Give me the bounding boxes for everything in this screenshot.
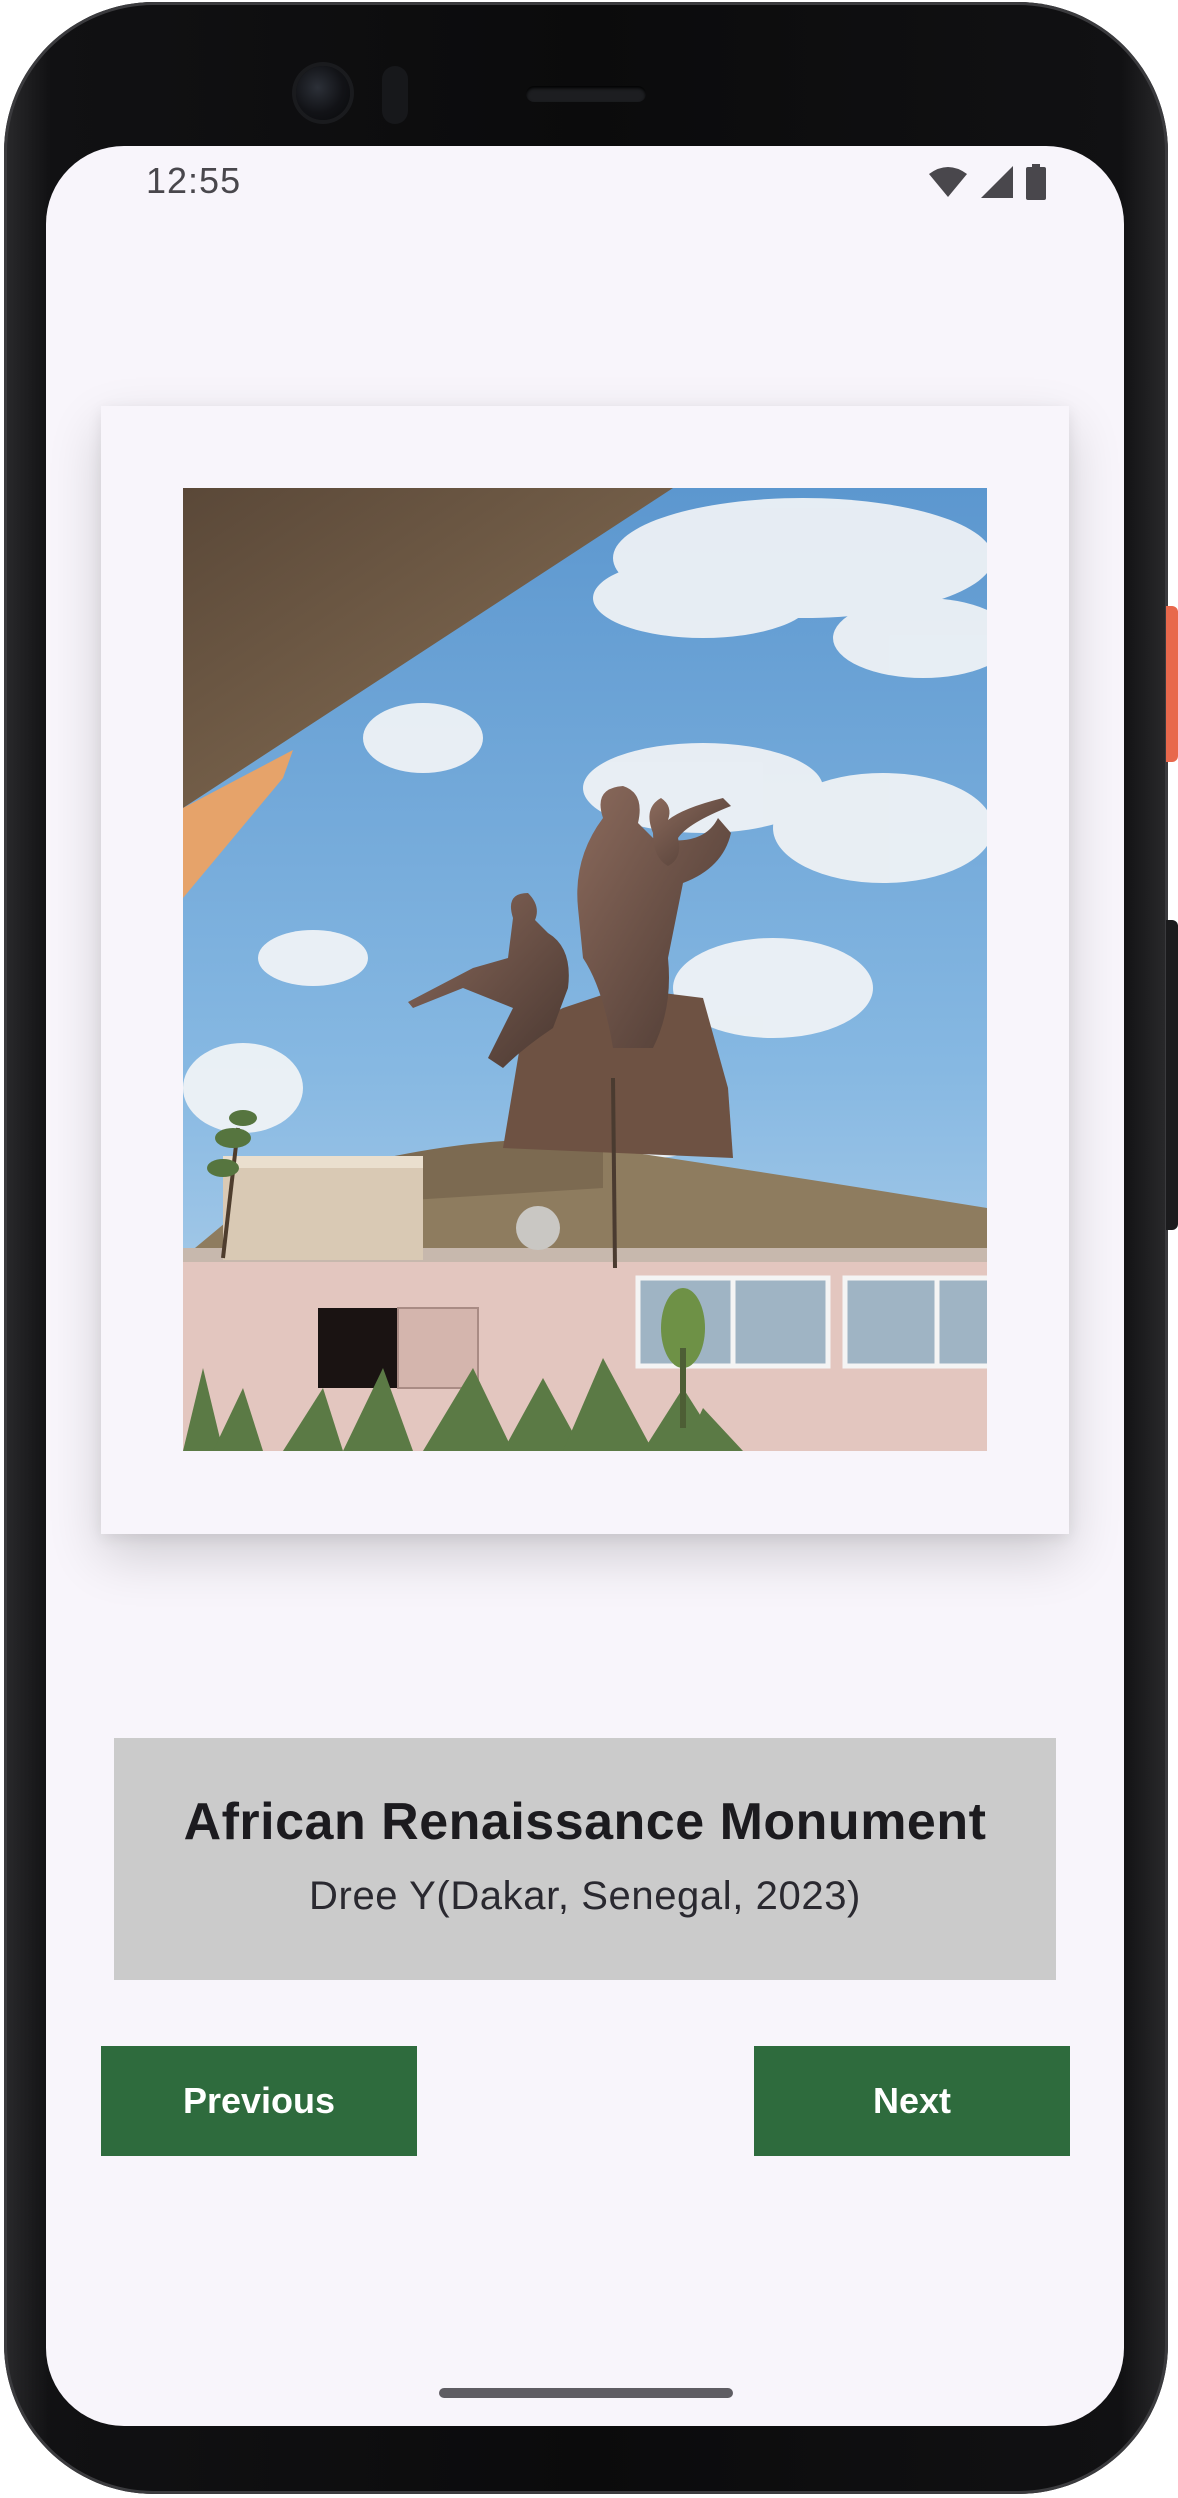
artwork-title: African Renaissance Monument [183, 1793, 987, 1851]
status-time: 12:55 [146, 160, 242, 201]
next-button[interactable]: Next [754, 2046, 1070, 2156]
artwork-image [183, 488, 987, 1451]
home-indicator[interactable] [439, 2388, 733, 2398]
proximity-sensor [382, 66, 408, 124]
cellular-signal-icon [980, 165, 1014, 199]
status-bar: 12:55 [46, 146, 1124, 210]
battery-icon [1026, 164, 1046, 200]
device-frame: 12:55 African Renaissance Monument Dree … [0, 0, 1178, 2498]
previous-button[interactable]: Previous [101, 2046, 417, 2156]
artwork-artist-year: Dree Y(Dakar, Senegal, 2023) [309, 1874, 861, 1918]
front-camera [296, 66, 350, 120]
statue-photo-icon [183, 488, 987, 1451]
volume-button [1166, 606, 1178, 762]
power-button [1166, 920, 1178, 1230]
app-screen: 12:55 African Renaissance Monument Dree … [46, 146, 1124, 2426]
artwork-caption: African Renaissance Monument Dree Y(Daka… [114, 1738, 1056, 1980]
earpiece-speaker [526, 86, 646, 102]
artwork-card [101, 406, 1069, 1534]
status-icons [928, 162, 1046, 202]
wifi-icon [928, 166, 968, 198]
